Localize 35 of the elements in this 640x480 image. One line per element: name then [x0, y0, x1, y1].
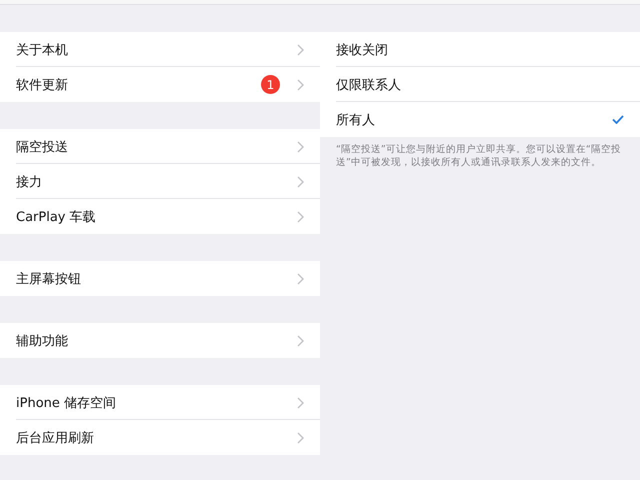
settings-row[interactable]: 接力: [0, 164, 320, 199]
row-label: 辅助功能: [16, 332, 69, 350]
option-row[interactable]: 仅限联系人: [320, 67, 640, 102]
chevron-icon: [297, 432, 304, 444]
row-label: 主屏幕按钮: [16, 270, 82, 288]
chevron-icon: [297, 176, 304, 188]
row-label: 隔空投送: [16, 138, 69, 156]
settings-row[interactable]: 关于本机: [0, 32, 320, 67]
option-row[interactable]: 接收关闭: [320, 32, 640, 67]
settings-row[interactable]: 主屏幕按钮: [0, 261, 320, 296]
chevron-icon: [297, 210, 304, 222]
settings-row[interactable]: 软件更新 1: [0, 67, 320, 102]
chevron-icon: [297, 44, 304, 56]
chevron-icon: [297, 272, 304, 284]
settings-row[interactable]: 后台应用刷新: [0, 420, 320, 455]
option-label: 所有人: [336, 112, 376, 128]
settings-row[interactable]: 隔空投送: [0, 129, 320, 164]
settings-row[interactable]: 辅助功能: [0, 323, 320, 358]
chevron-icon: [297, 396, 304, 408]
chevron-icon: [297, 140, 304, 152]
settings-row[interactable]: iPhone 储存空间: [0, 385, 320, 420]
option-label: 接收关闭: [336, 42, 389, 58]
row-label: CarPlay 车载: [16, 208, 97, 226]
row-label: 软件更新: [16, 76, 69, 94]
option-label: 仅限联系人: [336, 76, 402, 94]
notification-badge: 1: [261, 75, 280, 94]
chevron-icon: [297, 78, 304, 90]
row-label: 接力: [16, 174, 43, 190]
row-label: iPhone 储存空间: [16, 394, 118, 412]
settings-row[interactable]: CarPlay 车载: [0, 199, 320, 234]
row-label: 后台应用刷新: [16, 430, 95, 446]
chevron-icon: [297, 334, 304, 346]
row-label: 关于本机: [16, 42, 69, 58]
footer-note: “隔空投送”可让您与附近的用户立即共享。您可以设置在“隔空投送”中可被发现，以接收所有人或通讯录联系人发来的文件。: [336, 143, 622, 169]
option-row[interactable]: 所有人: [320, 102, 640, 137]
